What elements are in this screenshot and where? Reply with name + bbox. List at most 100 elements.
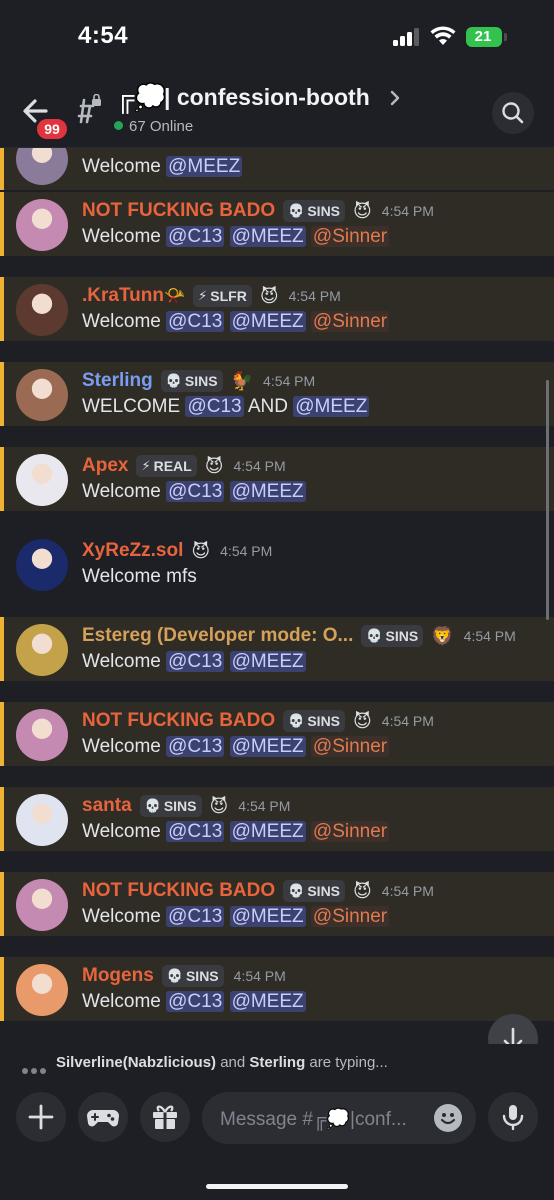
message-row[interactable]: .KraTunn 📯 ⚡ SLFR 😈 4:54 PM Welcome @C13 @MEEZ…	[0, 277, 554, 341]
avatar[interactable]	[16, 964, 68, 1016]
server-tag-badge[interactable]: 💀 SINS	[139, 795, 202, 817]
message-row[interactable]: Sterling 💀 SINS 🐓 4:54 PM WELCOME @C13 AND @M…	[0, 362, 554, 426]
tag-icon: ⚡	[198, 288, 208, 303]
tag-icon: ⚡	[141, 458, 151, 473]
typing-dots-icon	[22, 1061, 49, 1079]
message-row[interactable]: NOT FUCKING BADO 💀 SINS 😈 4:54 PM Welcome @C1…	[0, 872, 554, 936]
user-mention[interactable]: @C13	[166, 311, 225, 332]
user-mention[interactable]: @MEEZ	[229, 736, 306, 757]
status-time: 4:54	[78, 22, 129, 49]
server-tag-badge[interactable]: 💀 SINS	[361, 625, 424, 647]
timestamp: 4:54 PM	[288, 288, 341, 304]
server-tag-badge[interactable]: 💀 SINS	[283, 200, 346, 222]
server-tag-badge[interactable]: 💀 SINS	[161, 965, 224, 987]
user-mention[interactable]: @C13	[166, 906, 225, 927]
user-mention[interactable]: @MEEZ	[229, 991, 306, 1012]
username[interactable]: NOT FUCKING BADO	[82, 880, 275, 902]
typing-suffix: are typing...	[305, 1054, 388, 1071]
avatar[interactable]	[16, 624, 68, 676]
user-mention[interactable]: @MEEZ	[229, 651, 306, 672]
user-mention[interactable]: @MEEZ	[293, 396, 370, 417]
user-mention[interactable]: @MEEZ	[229, 906, 306, 927]
role-emoji-icon: 😈	[209, 795, 229, 816]
message-row[interactable]: XyReZz.sol 😈 4:54 PM Welcome mfs	[0, 532, 554, 596]
user-mention[interactable]: @C13	[166, 481, 225, 502]
gift-button[interactable]	[140, 1092, 190, 1142]
username[interactable]: XyReZz.sol	[82, 540, 183, 562]
battery-icon: 21	[466, 27, 502, 47]
voice-message-button[interactable]	[488, 1092, 538, 1142]
role-mention[interactable]: @Sinner	[310, 226, 390, 247]
avatar[interactable]	[16, 199, 68, 251]
role-mention[interactable]: @Sinner	[310, 821, 390, 842]
tag-label: SINS	[385, 628, 419, 644]
avatar[interactable]	[16, 148, 68, 185]
message-row[interactable]: santa 💀 SINS 😈 4:54 PM Welcome @C13 @MEEZ @Si…	[0, 787, 554, 851]
message-row[interactable]: NOT FUCKING BADO 💀 SINS 😈 4:54 PM Welcome @C1…	[0, 702, 554, 766]
user-mention[interactable]: @C13	[166, 736, 225, 757]
avatar[interactable]	[16, 709, 68, 761]
scrollbar[interactable]	[546, 380, 549, 620]
username[interactable]: Apex	[82, 455, 128, 477]
user-mention[interactable]: @C13	[166, 821, 225, 842]
message-header: NOT FUCKING BADO 💀 SINS 😈 4:54 PM	[82, 878, 434, 904]
username[interactable]: Mogens	[82, 965, 154, 987]
user-mention[interactable]: @MEEZ	[229, 226, 306, 247]
user-mention[interactable]: @C13	[185, 396, 244, 417]
server-tag-badge[interactable]: 💀 SINS	[160, 370, 223, 392]
activities-button[interactable]	[78, 1092, 128, 1142]
search-button[interactable]	[492, 92, 534, 134]
server-tag-badge[interactable]: ⚡ SLFR	[193, 285, 252, 307]
message-header: santa 💀 SINS 😈 4:54 PM	[82, 793, 290, 819]
emoji-picker-icon[interactable]	[434, 1104, 462, 1132]
user-mention[interactable]: @MEEZ	[229, 481, 306, 502]
message-row[interactable]: Welcome @MEEZ	[0, 148, 554, 190]
message-text: Welcome @C13 @MEEZ	[82, 481, 306, 503]
avatar[interactable]	[16, 794, 68, 846]
username[interactable]: .KraTunn	[82, 285, 164, 307]
online-count: 67 Online	[114, 118, 193, 135]
avatar[interactable]	[16, 284, 68, 336]
text-segment	[224, 991, 229, 1012]
channel-name[interactable]: | confession-booth	[164, 84, 370, 111]
message-header: XyReZz.sol 😈 4:54 PM	[82, 538, 272, 564]
message-input[interactable]: Message #╔💭|conf...	[202, 1092, 476, 1144]
avatar[interactable]	[16, 454, 68, 506]
message-row[interactable]: Mogens 💀 SINS 4:54 PM Welcome @C13 @MEEZ	[0, 957, 554, 1021]
avatar[interactable]	[16, 369, 68, 421]
tag-label: SINS	[185, 968, 219, 984]
message-row[interactable]: Estereg (Developer mode: O... 💀 SINS 🦁 4:54 …	[0, 617, 554, 681]
server-tag-badge[interactable]: 💀 SINS	[283, 880, 346, 902]
user-mention[interactable]: @MEEZ	[229, 821, 306, 842]
text-segment: Welcome	[82, 651, 167, 672]
avatar[interactable]	[16, 879, 68, 931]
role-mention[interactable]: @Sinner	[310, 906, 390, 927]
message-row[interactable]: Apex ⚡ REAL 😈 4:54 PM Welcome @C13 @MEEZ	[0, 447, 554, 511]
role-mention[interactable]: @Sinner	[310, 736, 390, 757]
tag-label: SINS	[307, 203, 341, 219]
message-row[interactable]: NOT FUCKING BADO 💀 SINS 😈 4:54 PM Welcome @C1…	[0, 192, 554, 256]
server-tag-badge[interactable]: 💀 SINS	[283, 710, 346, 732]
text-segment: Welcome	[82, 821, 167, 842]
text-segment: Welcome	[82, 156, 167, 177]
chevron-right-icon[interactable]	[388, 88, 402, 108]
username[interactable]: NOT FUCKING BADO	[82, 710, 275, 732]
username[interactable]: santa	[82, 795, 132, 817]
user-mention[interactable]: @MEEZ	[166, 156, 243, 177]
username[interactable]: NOT FUCKING BADO	[82, 200, 275, 222]
server-tag-badge[interactable]: ⚡ REAL	[136, 455, 197, 477]
message-list[interactable]: Welcome @MEEZ NOT FUCKING BADO 💀 SINS 😈 4:54 …	[0, 148, 554, 1028]
user-mention[interactable]: @C13	[166, 651, 225, 672]
username[interactable]: Sterling	[82, 370, 153, 392]
user-mention[interactable]: @C13	[166, 991, 225, 1012]
user-mention[interactable]: @MEEZ	[229, 311, 306, 332]
add-attachment-button[interactable]	[16, 1092, 66, 1142]
user-mention[interactable]: @C13	[166, 226, 225, 247]
role-emoji-icon: 😈	[353, 710, 372, 731]
message-header: Mogens 💀 SINS 4:54 PM	[82, 963, 286, 989]
avatar[interactable]	[16, 539, 68, 591]
role-mention[interactable]: @Sinner	[310, 311, 390, 332]
username[interactable]: Estereg (Developer mode: O...	[82, 625, 353, 647]
unread-badge: 99	[34, 116, 70, 142]
home-indicator[interactable]	[206, 1184, 348, 1189]
